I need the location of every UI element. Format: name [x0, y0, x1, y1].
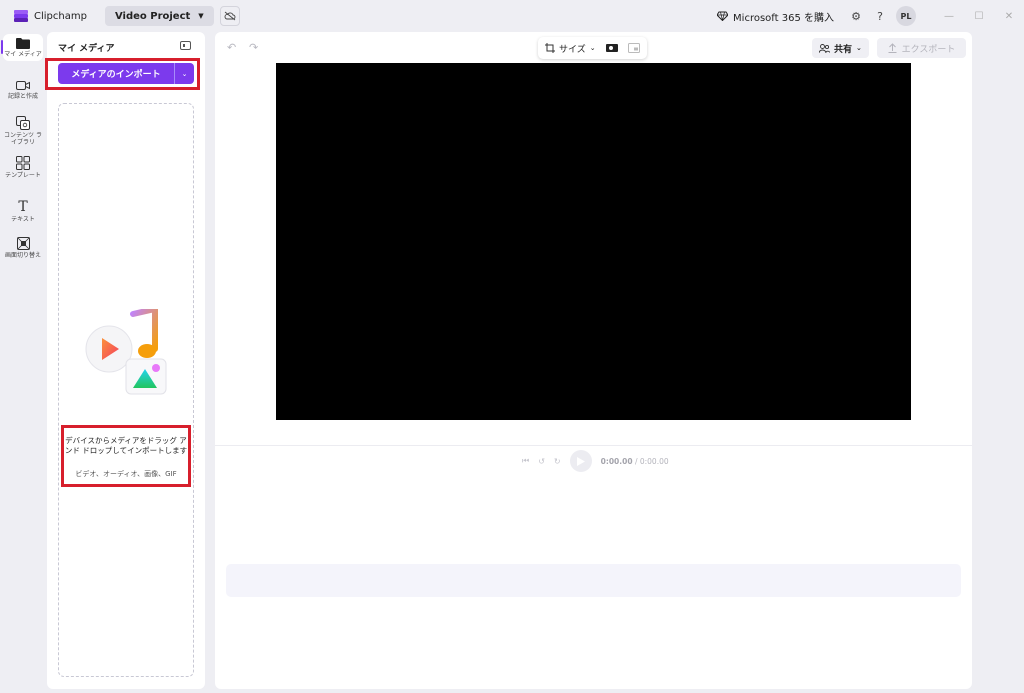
transitions-icon	[16, 237, 30, 250]
canvas-toolbar: サイズ ⌄	[538, 37, 647, 59]
collapse-panel-icon[interactable]	[180, 41, 191, 50]
close-button[interactable]: ✕	[994, 0, 1024, 32]
clipchamp-logo-icon	[14, 9, 28, 23]
export-button[interactable]: エクスポート	[877, 38, 966, 58]
gear-icon: ⚙	[851, 9, 861, 23]
left-navigation-rail: マイ メディア 記録と作成 コンテンツ ライブラリ テンプレート T テキスト	[0, 32, 46, 693]
background-color-icon[interactable]	[605, 43, 618, 53]
maximize-button[interactable]: ☐	[964, 0, 994, 32]
aspect-ratio-button[interactable]: サイズ ⌄	[545, 42, 596, 55]
share-label: 共有	[834, 44, 853, 55]
media-drop-zone[interactable]: デバイスからメディアをドラッグ アンド ドロップしてインポートします ビデオ、オ…	[58, 103, 194, 677]
play-icon	[576, 456, 585, 466]
preview-divider	[215, 445, 972, 446]
playback-controls: ⏮ ↺ ↻ 0:00.00 / 0:00.00	[522, 450, 669, 472]
rail-item-label: マイ メディア	[4, 51, 42, 58]
redo-icon: ↷	[249, 41, 259, 54]
redo-button[interactable]: ↷	[249, 41, 258, 54]
cloud-off-icon	[224, 11, 236, 21]
folder-icon	[16, 38, 30, 49]
panel-title: マイ メディア	[58, 44, 115, 54]
play-button[interactable]	[569, 450, 592, 472]
rail-item-record-create[interactable]: 記録と作成	[3, 80, 43, 100]
aspect-ratio-label: サイズ	[559, 44, 586, 55]
upload-icon	[888, 43, 897, 53]
app-title: Clipchamp	[34, 10, 87, 22]
video-camera-icon	[16, 81, 30, 90]
chevron-down-icon: ⌄	[589, 44, 596, 52]
rail-item-transitions[interactable]: 画面切り替え	[3, 237, 43, 259]
import-highlight-box	[45, 58, 200, 90]
picture-in-picture-icon[interactable]	[627, 43, 640, 53]
project-name-button[interactable]: Video Project ▼	[104, 6, 214, 26]
rail-item-templates[interactable]: テンプレート	[3, 156, 43, 179]
buy-m365-label: Microsoft 365 を購入	[733, 12, 834, 24]
help-icon: ?	[877, 9, 883, 23]
buy-m365-button[interactable]: Microsoft 365 を購入	[717, 9, 834, 24]
share-button[interactable]: 共有 ⌄	[812, 38, 869, 58]
rail-item-label: コンテンツ ライブラリ	[4, 132, 42, 146]
text-icon: T	[18, 199, 28, 215]
avatar[interactable]: PL	[896, 6, 916, 26]
settings-button[interactable]: ⚙	[848, 8, 864, 24]
rail-item-my-media[interactable]: マイ メディア	[3, 34, 43, 61]
timecode: 0:00.00 / 0:00.00	[601, 457, 669, 466]
caret-down-icon: ▼	[198, 12, 204, 20]
templates-icon	[16, 156, 30, 170]
rail-item-text[interactable]: T テキスト	[3, 200, 43, 223]
rail-item-label: 記録と作成	[7, 93, 38, 100]
rail-item-label: 画面切り替え	[4, 252, 41, 259]
minimize-icon: —	[944, 10, 954, 22]
rewind-5s-icon[interactable]: ↺	[538, 457, 545, 466]
media-illustration-icon	[85, 309, 167, 395]
skip-to-start-icon[interactable]: ⏮	[522, 456, 529, 466]
current-time: 0:00.00	[600, 456, 633, 466]
my-media-panel: マイ メディア メディアのインポート ⌄ デバイスからメディアをドラッグ アンド…	[45, 32, 205, 689]
forward-5s-icon[interactable]: ↻	[554, 457, 561, 466]
crop-icon	[545, 43, 555, 53]
cloud-sync-off-button[interactable]	[219, 6, 240, 26]
close-icon: ✕	[1004, 10, 1014, 22]
help-button[interactable]: ?	[872, 8, 888, 24]
minimize-button[interactable]: —	[934, 0, 964, 32]
video-preview-canvas[interactable]	[276, 63, 911, 420]
undo-icon: ↶	[227, 41, 237, 54]
library-icon	[16, 116, 30, 130]
total-time: / 0:00.00	[634, 456, 669, 466]
diamond-icon	[717, 11, 729, 21]
rail-item-label: テンプレート	[5, 172, 41, 179]
people-icon	[819, 43, 830, 53]
chevron-down-icon: ⌄	[856, 44, 862, 52]
timeline-track[interactable]	[226, 564, 961, 597]
editor-area: ↶ ↷ サイズ ⌄ 共有 ⌄ エクスポート ⏮ ↺ ↻ 0:00.00 / 0:…	[215, 32, 972, 689]
project-name: Video Project	[114, 10, 191, 22]
undo-button[interactable]: ↶	[227, 41, 236, 54]
maximize-icon: ☐	[974, 10, 984, 22]
export-label: エクスポート	[901, 44, 956, 55]
title-bar: Clipchamp Video Project ▼ Microsoft 365 …	[0, 0, 1024, 32]
rail-item-label: テキスト	[11, 216, 35, 223]
rail-item-content-library[interactable]: コンテンツ ライブラリ	[3, 116, 43, 146]
instructions-highlight-box	[61, 425, 191, 487]
